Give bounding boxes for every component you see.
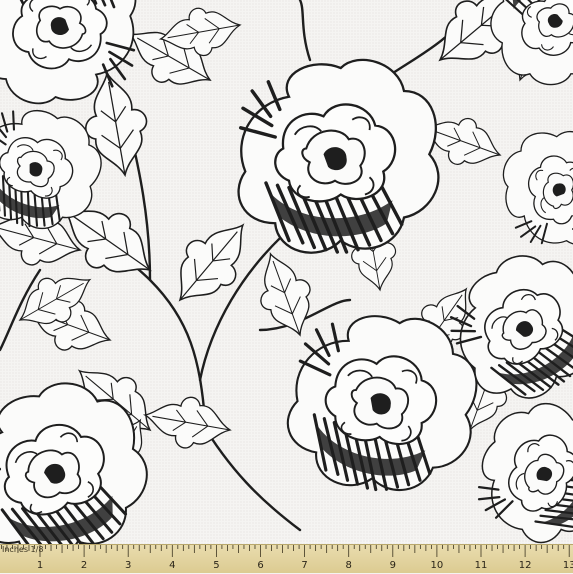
peony-flower: [502, 130, 573, 246]
ruler-number: 5: [213, 560, 219, 571]
fabric-swatch: [0, 0, 573, 544]
peony-flower: [236, 58, 441, 255]
ruler-number: 1: [37, 560, 43, 571]
ruler-number: 9: [390, 560, 396, 571]
ruler-number: 10: [431, 560, 444, 571]
ruler-units-label: Inches 1/8: [2, 545, 44, 554]
ruler-number: 3: [125, 560, 131, 571]
ruler-number: 12: [519, 560, 532, 571]
ruler-number: 13: [563, 560, 573, 571]
ruler-number: 6: [257, 560, 263, 571]
ruler-number: 8: [346, 560, 352, 571]
ruler-number: 11: [475, 560, 488, 571]
ruler-ticks: 1 2 3 4 5 6 7 8 9 10 11 12 13: [1, 545, 573, 571]
ruler-number: 4: [169, 560, 175, 571]
ruler-number: 2: [81, 560, 87, 571]
floral-pattern: [0, 0, 573, 544]
measuring-ruler: 1 2 3 4 5 6 7 8 9 10 11 12 13 Inches 1/8: [0, 544, 573, 573]
ruler-number: 7: [301, 560, 307, 571]
